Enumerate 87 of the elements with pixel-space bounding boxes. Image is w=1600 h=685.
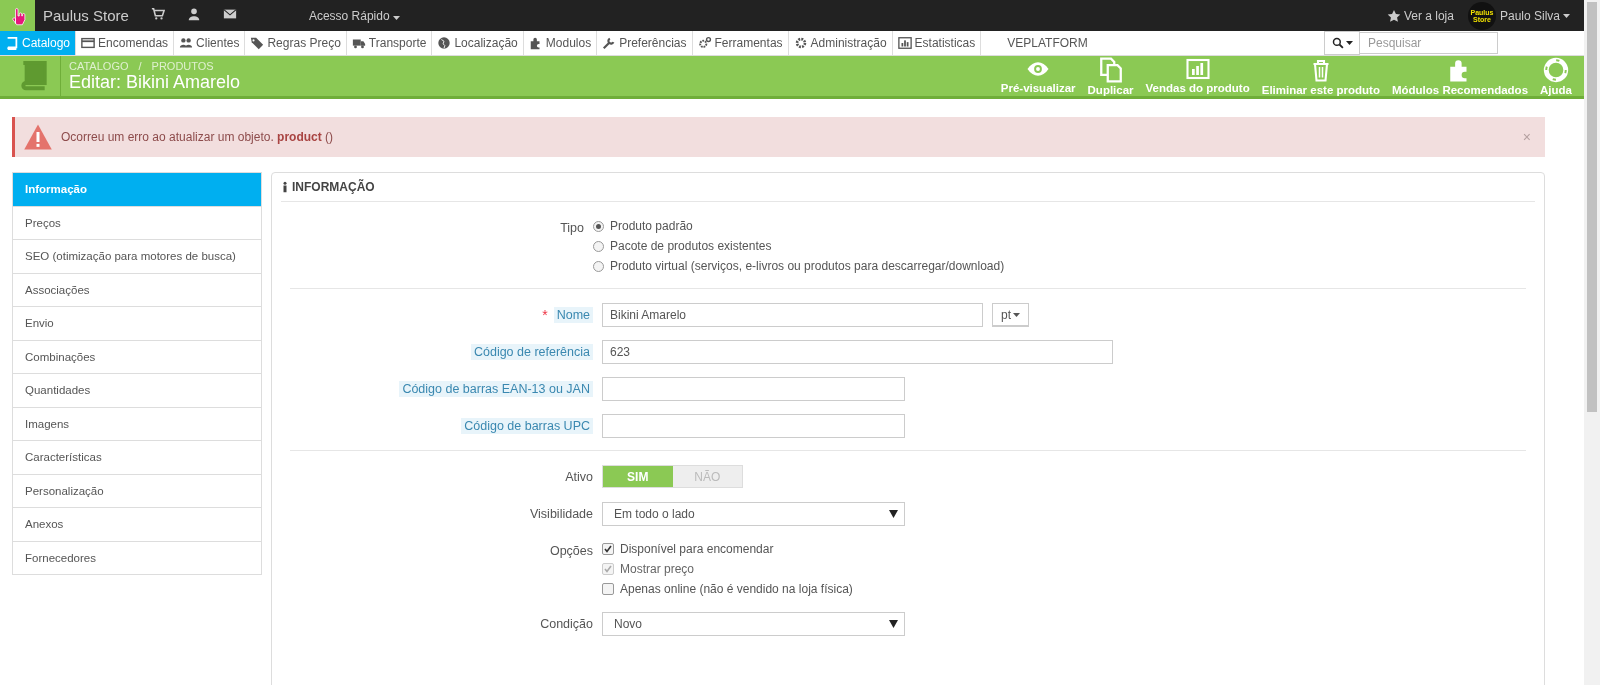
checkbox[interactable] xyxy=(602,583,614,595)
caret-icon xyxy=(1345,41,1353,45)
checkbox-label: Apenas online (não é vendido na loja física) xyxy=(620,582,853,596)
caret-icon xyxy=(392,15,400,20)
text-field[interactable] xyxy=(602,414,905,438)
nav-tab[interactable]: Administração xyxy=(788,31,893,55)
tag-icon xyxy=(250,36,265,50)
select-dropdown[interactable]: Novo xyxy=(602,612,905,636)
sidebar-tab[interactable]: Preços xyxy=(13,205,261,239)
info-icon xyxy=(281,181,289,193)
panel-title: INFORMAÇÃO xyxy=(292,180,375,194)
book-icon xyxy=(5,36,19,50)
text-field[interactable] xyxy=(602,377,905,401)
required-mark: * xyxy=(542,307,548,323)
field-label: Tipo xyxy=(560,221,584,235)
logo-icon[interactable] xyxy=(0,0,35,31)
checkbox-label: Mostrar preço xyxy=(620,562,695,576)
text-field[interactable]: 623 xyxy=(602,340,1113,364)
language-dropdown[interactable]: pt xyxy=(992,303,1029,327)
nav-tab[interactable]: VEPLATFORM xyxy=(981,31,1114,55)
search-icon xyxy=(1331,37,1344,49)
user-menu[interactable]: Paulo Silva xyxy=(1499,8,1570,23)
sidebar-tab[interactable]: Envio xyxy=(13,306,261,340)
scrollbar[interactable] xyxy=(1584,0,1600,685)
field-label: Código de barras UPC xyxy=(461,418,593,434)
sidebar-tab[interactable]: Personalização xyxy=(13,473,261,507)
field-label: Opções xyxy=(549,544,593,558)
cart-icon xyxy=(150,7,165,21)
select-dropdown[interactable]: Em todo o lado xyxy=(602,502,905,526)
radio-label: Produto padrão xyxy=(610,219,693,233)
field-label: Código de barras EAN-13 ou JAN xyxy=(399,381,593,397)
nav-tab[interactable]: Encomendas xyxy=(76,31,175,55)
caret-icon xyxy=(1563,13,1570,18)
nav-tab[interactable]: Ferramentas xyxy=(692,31,789,55)
gears-icon xyxy=(697,36,712,50)
nav-tab[interactable]: Transporte xyxy=(346,31,433,55)
radio-button[interactable] xyxy=(593,240,604,252)
envelope-icon xyxy=(222,7,237,21)
globe-icon xyxy=(437,36,452,50)
bar-chart-icon xyxy=(1184,56,1211,81)
shop-name[interactable]: Paulus Store xyxy=(43,7,129,24)
card-icon xyxy=(81,36,96,50)
nav-tab[interactable]: Modulos xyxy=(523,31,598,55)
radio-label: Pacote de produtos existentes xyxy=(610,239,772,253)
caret-icon xyxy=(1013,312,1020,317)
nav-tab[interactable]: Preferências xyxy=(597,31,693,55)
radio-button[interactable] xyxy=(593,260,604,272)
text-field[interactable]: Bikini Amarelo xyxy=(602,303,983,327)
error-message: Ocorreu um erro ao atualizar um objeto. product () xyxy=(61,130,335,144)
field-label: Visibilidade xyxy=(530,507,593,521)
wrench-icon xyxy=(602,36,617,50)
sidebar-tab[interactable]: Imagens xyxy=(13,406,261,440)
checkbox-label: Disponível para encomendar xyxy=(620,542,774,556)
sidebar-tab[interactable]: Características xyxy=(13,440,261,474)
radio-button[interactable] xyxy=(593,220,604,232)
caret-icon xyxy=(889,620,898,628)
field-label: Ativo xyxy=(565,470,593,484)
radio-label: Produto virtual (serviços, e-livros ou produtos para descarregar/download) xyxy=(610,259,1005,273)
nav-tab[interactable]: Regras Preço xyxy=(245,31,347,55)
nav-tab[interactable]: Localização xyxy=(432,31,524,55)
checkbox[interactable] xyxy=(602,543,614,555)
user-icon xyxy=(186,7,201,21)
nav-tab[interactable]: Clientes xyxy=(174,31,246,55)
sidebar-tab[interactable]: Anexos xyxy=(13,507,261,541)
search-field[interactable]: Pesquisar xyxy=(1360,32,1498,54)
sidebar-tab[interactable]: SEO (otimização para motores de busca) xyxy=(13,239,261,273)
star-icon xyxy=(1386,8,1401,23)
sidebar-tab[interactable]: Quantidades xyxy=(13,373,261,407)
view-shop-link[interactable]: Ver a loja xyxy=(1386,8,1454,23)
field-label: Nome xyxy=(553,307,593,323)
nav-tab[interactable]: Estatisticas xyxy=(892,31,982,55)
sidebar-tab[interactable]: Fornecedores xyxy=(13,540,261,574)
field-label: Código de referência xyxy=(470,344,593,360)
quick-access-menu[interactable]: Acesso Rápido xyxy=(308,8,400,23)
users-icon xyxy=(179,36,194,50)
book-icon xyxy=(18,58,50,91)
breadcrumb-separator: / xyxy=(138,59,142,72)
puzzle-icon xyxy=(528,36,543,50)
gear-icon xyxy=(793,36,808,50)
search-button[interactable] xyxy=(1324,31,1360,55)
warning-icon xyxy=(23,123,53,151)
bar-chart-icon xyxy=(897,36,912,50)
sidebar-tab[interactable]: Associações xyxy=(13,272,261,306)
sidebar-tab[interactable]: Combinações xyxy=(13,339,261,373)
field-label: Condição xyxy=(540,617,593,631)
page-title: Editar: Bikini Amarelo xyxy=(69,71,241,93)
caret-icon xyxy=(889,510,898,518)
